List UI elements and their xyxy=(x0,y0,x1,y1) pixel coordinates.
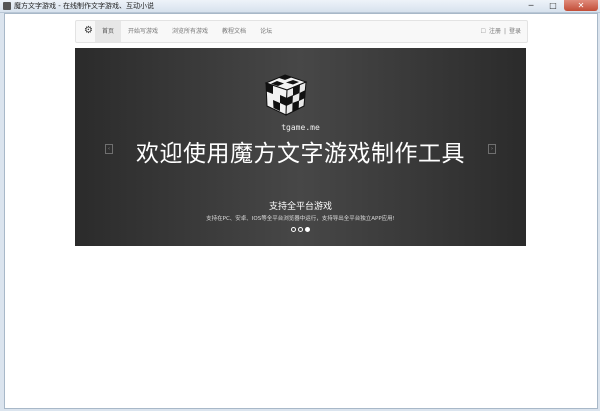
register-link[interactable]: 注册 xyxy=(489,21,501,42)
app-icon xyxy=(3,2,11,10)
nav-item-tutorials[interactable]: 教程文档 xyxy=(215,21,253,42)
nav-item-home[interactable]: 首页 xyxy=(95,21,122,42)
site-domain: tgame.me xyxy=(281,123,320,132)
carousel-dot-1[interactable] xyxy=(291,227,296,232)
carousel-dot-3[interactable] xyxy=(305,227,310,232)
hero-description: 支持在PC、安卓、IOS等全平台浏览器中运行，支持导出全平台独立APP应用! xyxy=(206,216,395,222)
carousel-dot-2[interactable] xyxy=(298,227,303,232)
hero-subtitle: 支持全平台游戏 xyxy=(268,202,332,212)
window-title: 魔方文字游戏 - 在线制作文字游戏、互动小说 xyxy=(14,2,154,10)
user-icon: ☐ xyxy=(480,28,486,35)
nav-item-start-writing[interactable]: 开始写游戏 xyxy=(121,21,165,42)
maximize-button[interactable]: □ xyxy=(542,0,564,11)
auth-links: ☐ 注册 | 登录 xyxy=(481,21,521,42)
nav-item-browse-games[interactable]: 浏览所有游戏 xyxy=(165,21,215,42)
minimize-button[interactable]: ─ xyxy=(520,0,542,11)
gear-icon[interactable]: ⚙ xyxy=(84,26,94,36)
login-link[interactable]: 登录 xyxy=(509,21,521,42)
hero-carousel: ‹ › tgame.me 欢迎使用魔方文字游戏制作工具 支持全平台游戏 支持在P… xyxy=(75,48,526,246)
browser-viewport: ⚙ 首页 开始写游戏 浏览所有游戏 教程文档 论坛 ☐ 注册 | 登录 ‹ › xyxy=(4,13,598,409)
window-controls: ─ □ ✕ xyxy=(520,0,598,12)
auth-separator: | xyxy=(503,28,506,35)
rubiks-cube-icon xyxy=(264,74,308,116)
carousel-indicators xyxy=(75,227,526,232)
nav-menu: 首页 开始写游戏 浏览所有游戏 教程文档 论坛 xyxy=(95,21,279,42)
nav-item-forum[interactable]: 论坛 xyxy=(253,21,279,42)
close-button[interactable]: ✕ xyxy=(564,0,598,11)
top-navbar: ⚙ 首页 开始写游戏 浏览所有游戏 教程文档 论坛 ☐ 注册 | 登录 xyxy=(75,20,528,43)
window-titlebar[interactable]: 魔方文字游戏 - 在线制作文字游戏、互动小说 ─ □ ✕ xyxy=(0,0,600,13)
hero-headline: 欢迎使用魔方文字游戏制作工具 xyxy=(136,141,465,167)
